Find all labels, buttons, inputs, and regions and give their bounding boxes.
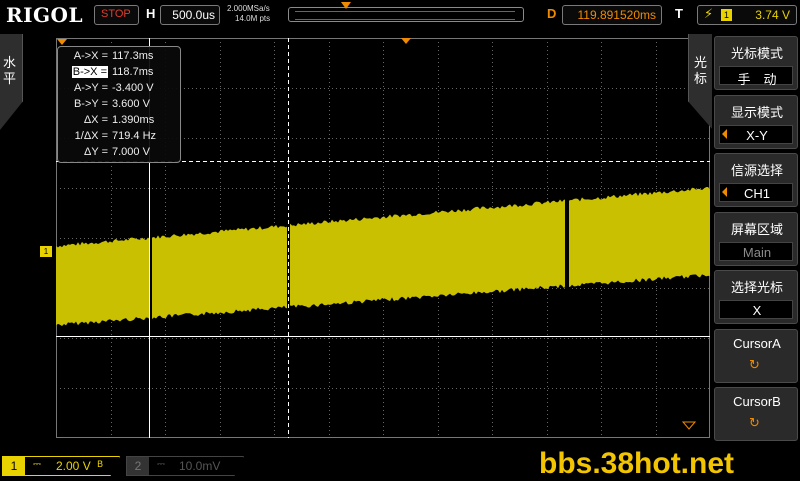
watermark: bbs.38hot.net — [539, 447, 735, 480]
measurement-value: -3.400 V — [112, 82, 154, 94]
ch1-waveform — [56, 186, 710, 327]
softkey-menu: 光标模式手 动显示模式 X-Y 信源选择 CH1 屏幕区域 Main 选择光标 X Cursor… — [712, 34, 800, 441]
menu-item-4[interactable]: 选择光标 X — [714, 270, 798, 324]
knob-icon: ↻ — [749, 357, 760, 373]
delay-label: D — [547, 6, 557, 21]
memory-depth: 14.0M pts — [235, 14, 271, 23]
ch2-status[interactable]: 2 ⎓ 10.0mV — [126, 456, 244, 476]
measurement-row: ΔY = 7.000 V — [58, 146, 182, 160]
measurement-value: 117.3ms — [112, 50, 154, 62]
measurement-key: 1/ΔX = — [74, 130, 108, 142]
ch1-marker-label: 1 — [43, 247, 49, 256]
measurement-row: ΔX = 1.390ms — [58, 114, 182, 128]
run-stop-indicator[interactable]: STOP — [94, 5, 139, 25]
brand-logo: RIGOL — [6, 3, 84, 27]
menu-item-cursora[interactable]: CursorA ↻ — [714, 328, 798, 383]
menu-item-value: 手 动 — [737, 72, 777, 87]
sample-rate: 2.000MSa/s — [227, 4, 270, 13]
trigger-source: 1 — [721, 9, 732, 21]
signal-dropout — [565, 178, 569, 338]
cursor-measurement-panel: A->X = 117.3ms B->X = 118.7ms A->Y = -3.400 V… — [57, 46, 181, 163]
measurement-row: B->Y = 3.600 V — [58, 98, 182, 112]
bandwidth-limit-icon: B — [97, 460, 104, 470]
delay-value: 119.891520ms — [577, 8, 656, 22]
menu-item-title: 显示模式 — [730, 105, 783, 121]
measurement-key: B->X = — [71, 66, 108, 78]
ch2-number: 2 — [127, 457, 149, 475]
ch1-number: 1 — [3, 457, 25, 475]
measurement-key: A->X = — [73, 50, 108, 62]
menu-item-value-box: X — [719, 300, 793, 319]
menu-item-title: CursorB — [733, 394, 781, 409]
menu-item-3[interactable]: 屏幕区域 Main — [714, 211, 798, 266]
timebase-label: H — [146, 6, 156, 21]
ch1-scale: 2.00 V — [56, 459, 91, 473]
status-bar: RIGOL STOP H 500.0us 2.000MSa/s 14.0M pt… — [0, 0, 800, 30]
menu-item-title: 光标模式 — [730, 47, 783, 62]
trigger-level-off-screen-icon — [681, 421, 697, 430]
horizontal-tab-label: 水平 — [3, 56, 17, 87]
ch1-status[interactable]: 1 ⎓ 2.00 V B — [2, 456, 120, 476]
cursor-menu-tab-label: 光标 — [694, 56, 708, 87]
menu-item-title: CursorA — [733, 335, 781, 351]
rising-edge-icon: ⚡ — [704, 7, 714, 22]
menu-item-value-box: Main — [719, 241, 793, 261]
run-state-label: STOP — [101, 8, 131, 20]
timebase-field[interactable]: 500.0us — [160, 5, 220, 25]
measurement-key: ΔY = — [84, 146, 108, 158]
measurement-row: A->Y = -3.400 V — [58, 82, 182, 96]
trigger-level: 3.74 V — [755, 8, 790, 22]
menu-item-2[interactable]: 信源选择 CH1 — [714, 153, 798, 207]
measurement-row: 1/ΔX = 719.4 Hz — [58, 130, 182, 144]
menu-item-value-box: X-Y — [719, 124, 793, 144]
menu-item-value: Main — [742, 244, 772, 260]
trigger-field[interactable]: ⚡ 1 3.74 V — [697, 5, 797, 25]
measurement-key: ΔX = — [83, 114, 108, 126]
menu-item-0[interactable]: 光标模式手 动 — [714, 36, 798, 90]
trigger-time-marker-icon — [401, 38, 411, 44]
measurement-value: 118.7ms — [112, 66, 154, 78]
measurement-key: B->Y = — [73, 98, 108, 110]
trigger-label: T — [675, 6, 683, 21]
menu-item-1[interactable]: 显示模式 X-Y — [714, 94, 798, 149]
measurement-key: A->Y = — [73, 82, 108, 94]
menu-item-title: 信源选择 — [730, 164, 783, 179]
ch1-offset-marker[interactable]: 1 — [40, 246, 52, 257]
ch2-scale: 10.0mV — [179, 459, 221, 473]
menu-item-cursorb[interactable]: CursorB ↻ — [714, 387, 798, 441]
measurement-value: 719.4 Hz — [112, 130, 157, 142]
menu-item-value-box: 手 动 — [719, 66, 793, 87]
menu-item-value: X — [752, 303, 762, 318]
measurement-row: B->X = 118.7ms — [58, 66, 182, 80]
knob-icon: ↻ — [749, 416, 760, 431]
memory-position-bar[interactable] — [288, 2, 524, 22]
memory-window — [295, 11, 515, 20]
dc-coupling-icon: ⎓ — [157, 459, 165, 470]
delay-field[interactable]: 119.891520ms — [562, 5, 662, 25]
menu-item-value: X-Y — [746, 127, 768, 143]
menu-item-title: 屏幕区域 — [730, 222, 783, 238]
horizontal-tab[interactable]: 水平 — [0, 34, 23, 130]
sample-info: 2.000MSa/s 14.0M pts — [227, 4, 270, 24]
measurement-row: A->X = 117.3ms — [58, 50, 182, 64]
dc-coupling-icon: ⎓ — [33, 459, 41, 470]
timebase-value: 500.0us — [172, 8, 215, 22]
measurement-value: 1.390ms — [112, 114, 155, 126]
trigger-offset-marker-icon — [57, 39, 67, 45]
menu-item-value: CH1 — [743, 186, 770, 201]
measurement-value: 7.000 V — [112, 146, 150, 158]
menu-item-value-box: CH1 — [719, 183, 793, 202]
menu-item-title: 选择光标 — [730, 281, 783, 296]
measurement-value: 3.600 V — [112, 98, 150, 110]
trigger-position-marker-icon — [341, 2, 351, 9]
